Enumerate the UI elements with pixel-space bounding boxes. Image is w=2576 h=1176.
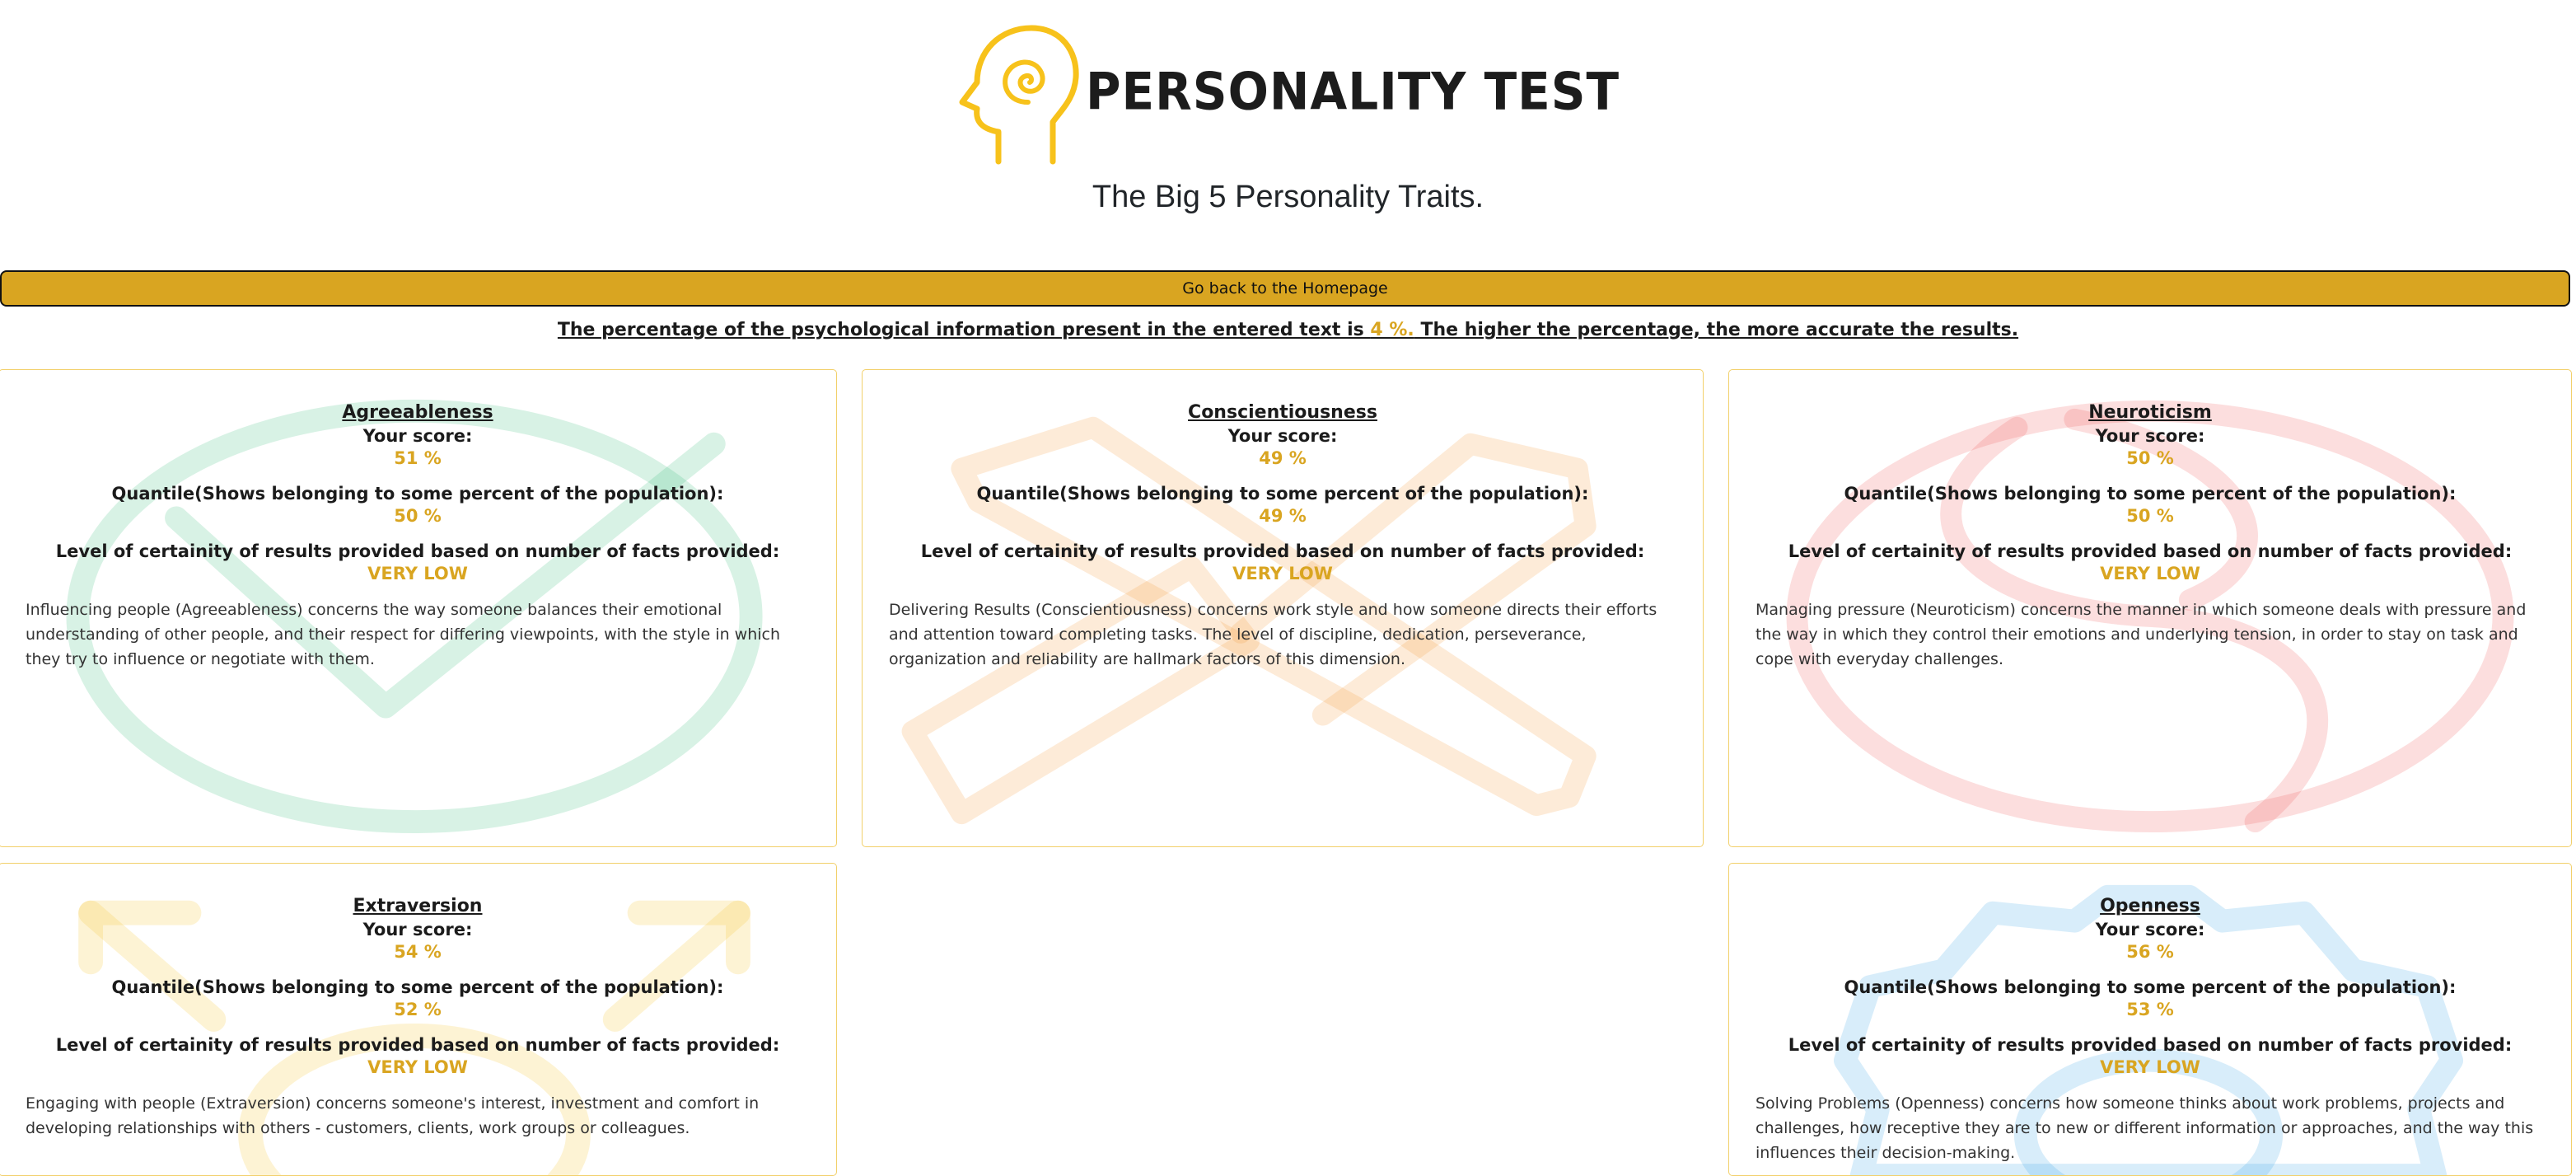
certainty-label: Level of certainity of results provided … [1788, 541, 2513, 561]
score-value: 51 % [394, 448, 442, 468]
trait-description: Delivering Results (Conscientiousness) c… [889, 601, 1657, 668]
certainty-value: VERY LOW [2100, 1057, 2200, 1077]
trait-card-conscientiousness: Conscientiousness Your score: 49 % Quant… [862, 369, 1704, 847]
accuracy-percent: 4 %. [1370, 320, 1414, 340]
quantile-value: 50 % [2126, 506, 2174, 526]
score-value: 50 % [2126, 448, 2174, 468]
certainty-value: VERY LOW [2100, 564, 2200, 583]
quantile-value: 49 % [1259, 506, 1307, 526]
accuracy-statement: The percentage of the psychological info… [0, 320, 2576, 340]
trait-card-neuroticism: Neuroticism Your score: 50 % Quantile(Sh… [1728, 369, 2572, 847]
logo: PERSONALITY TEST [956, 23, 1620, 165]
certainty-value: VERY LOW [367, 1057, 468, 1077]
trait-title: Neuroticism [2088, 402, 2212, 423]
quantile-label: Quantile(Shows belonging to some percent… [1844, 977, 2457, 997]
trait-description: Influencing people (Agreeableness) conce… [26, 601, 780, 668]
score-label: Your score: [2095, 920, 2205, 939]
score-label: Your score: [1227, 426, 1338, 446]
certainty-label: Level of certainity of results provided … [55, 1035, 780, 1055]
trait-card-agreeableness: Agreeableness Your score: 51 % Quantile(… [0, 369, 837, 847]
trait-description: Engaging with people (Extraversion) conc… [26, 1094, 760, 1137]
certainty-label: Level of certainity of results provided … [1788, 1035, 2513, 1055]
trait-title: Agreeableness [342, 402, 493, 423]
trait-card-extraversion: Extraversion Your score: 54 % Quantile(S… [0, 863, 837, 1176]
quantile-label: Quantile(Shows belonging to some percent… [111, 484, 724, 504]
quantile-label: Quantile(Shows belonging to some percent… [976, 484, 1589, 504]
score-label: Your score: [362, 426, 473, 446]
page-subtitle: The Big 5 Personality Traits. [1092, 180, 1484, 214]
certainty-value: VERY LOW [367, 564, 468, 583]
trait-description: Solving Problems (Openness) concerns how… [1756, 1094, 2534, 1162]
head-spiral-icon [959, 25, 1079, 165]
certainty-label: Level of certainity of results provided … [920, 541, 1645, 561]
trait-title: Extraversion [353, 896, 483, 916]
score-value: 54 % [394, 942, 442, 962]
trait-card-openness: Openness Your score: 56 % Quantile(Shows… [1728, 863, 2572, 1176]
quantile-value: 50 % [394, 506, 442, 526]
score-value: 49 % [1259, 448, 1307, 468]
certainty-value: VERY LOW [1232, 564, 1333, 583]
trait-title: Conscientiousness [1188, 402, 1377, 423]
accuracy-text-after: The higher the percentage, the more accu… [1414, 320, 2019, 340]
score-value: 56 % [2126, 942, 2174, 962]
quantile-label: Quantile(Shows belonging to some percent… [1844, 484, 2457, 504]
certainty-label: Level of certainity of results provided … [55, 541, 780, 561]
logo-text: PERSONALITY TEST [1086, 61, 1620, 122]
score-label: Your score: [2095, 426, 2205, 446]
trait-title: Openness [2100, 896, 2200, 916]
trait-description: Managing pressure (Neuroticism) concerns… [1756, 601, 2527, 668]
quantile-label: Quantile(Shows belonging to some percent… [111, 977, 724, 997]
score-label: Your score: [362, 920, 473, 939]
homepage-button[interactable]: Go back to the Homepage [0, 270, 2570, 307]
accuracy-text-before: The percentage of the psychological info… [557, 320, 1371, 340]
quantile-value: 53 % [2126, 1000, 2174, 1019]
quantile-value: 52 % [394, 1000, 442, 1019]
